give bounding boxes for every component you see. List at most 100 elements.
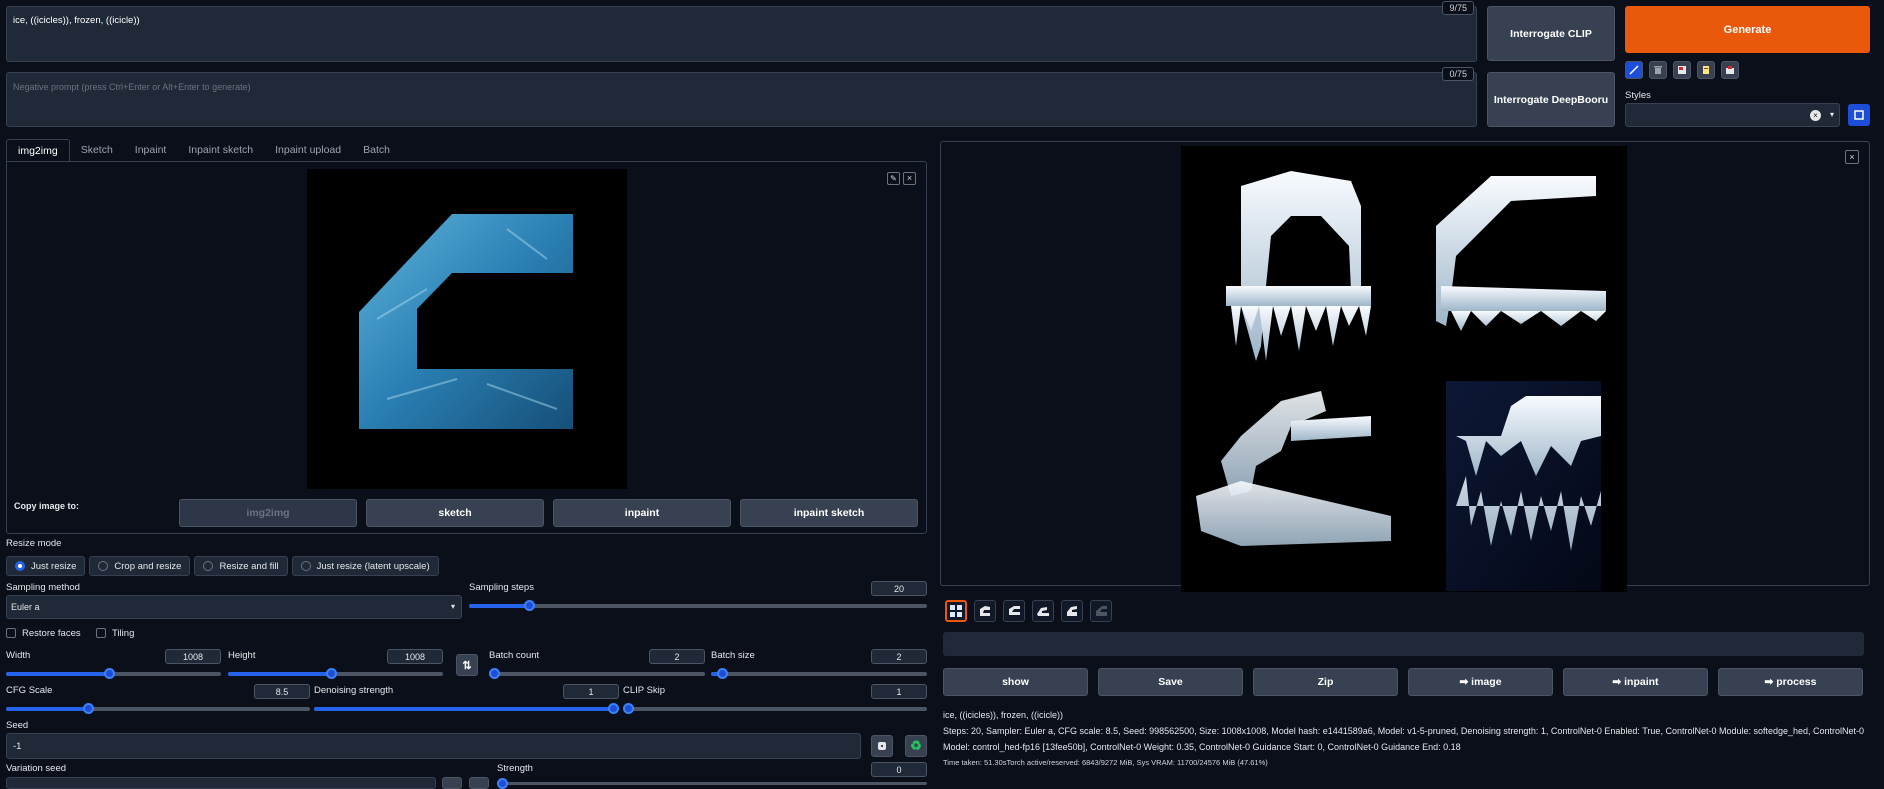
slider-thumb[interactable] bbox=[326, 668, 338, 679]
save-style-icon[interactable] bbox=[1721, 61, 1739, 79]
copy-to-inpaint-button[interactable]: inpaint bbox=[553, 499, 731, 527]
strength-value[interactable]: 0 bbox=[871, 762, 927, 777]
sampling-steps-slider[interactable] bbox=[469, 600, 927, 611]
gallery-thumbnails bbox=[945, 600, 1112, 622]
tab-batch[interactable]: Batch bbox=[352, 139, 401, 161]
sampling-steps-value[interactable]: 20 bbox=[871, 581, 927, 596]
tab-inpaint-upload[interactable]: Inpaint upload bbox=[264, 139, 352, 161]
slider-thumb[interactable] bbox=[83, 703, 95, 714]
slider-fill bbox=[228, 672, 332, 676]
copy-to-img2img-button[interactable]: img2img bbox=[179, 499, 357, 527]
ice-shape-image bbox=[359, 214, 573, 429]
generate-button[interactable]: Generate bbox=[1625, 6, 1870, 53]
thumbnail-5-icon[interactable] bbox=[1090, 600, 1112, 622]
apply-style-icon[interactable] bbox=[1848, 104, 1870, 126]
resize-mode-label: Resize mode bbox=[6, 538, 62, 549]
height-value[interactable]: 1008 bbox=[387, 649, 443, 664]
seed-label: Seed bbox=[6, 720, 29, 731]
tab-inpaint[interactable]: Inpaint bbox=[124, 139, 178, 161]
cfg-scale-value[interactable]: 8.5 bbox=[254, 684, 310, 699]
variation-seed-label: Variation seed bbox=[6, 763, 67, 774]
slider-thumb[interactable] bbox=[104, 668, 116, 679]
zip-button[interactable]: Zip bbox=[1253, 668, 1398, 696]
width-value[interactable]: 1008 bbox=[165, 649, 221, 664]
clip-skip-slider[interactable] bbox=[623, 703, 927, 714]
batch-size-value[interactable]: 2 bbox=[871, 649, 927, 664]
batch-count-value[interactable]: 2 bbox=[649, 649, 705, 664]
trash-icon[interactable] bbox=[1649, 61, 1667, 79]
clip-skip-value[interactable]: 1 bbox=[871, 684, 927, 699]
generation-progress-strip bbox=[943, 632, 1864, 656]
copy-to-inpaint-sketch-button[interactable]: inpaint sketch bbox=[740, 499, 918, 527]
edit-icon[interactable]: ✎ bbox=[887, 172, 900, 185]
interrogate-deepbooru-button[interactable]: Interrogate DeepBooru bbox=[1487, 72, 1615, 127]
send-to-extras-button[interactable]: ➡ process bbox=[1718, 668, 1863, 696]
resize-latent-upscale[interactable]: Just resize (latent upscale) bbox=[291, 556, 439, 576]
negative-token-count: 0/75 bbox=[1442, 67, 1474, 81]
negative-prompt-input[interactable]: Negative prompt (press Ctrl+Enter or Alt… bbox=[6, 67, 1477, 127]
thumbnail-2-icon[interactable] bbox=[1003, 600, 1025, 622]
denoising-strength-value[interactable]: 1 bbox=[563, 684, 619, 699]
seed-value: -1 bbox=[13, 741, 22, 752]
chevron-down-icon: ▾ bbox=[1829, 110, 1834, 119]
cfg-scale-slider[interactable] bbox=[6, 703, 310, 714]
slider-thumb[interactable] bbox=[523, 600, 535, 611]
batch-count-label: Batch count bbox=[489, 650, 540, 661]
variation-dice-icon[interactable] bbox=[442, 777, 462, 789]
output-image-grid[interactable] bbox=[1181, 146, 1627, 592]
variation-recycle-icon[interactable] bbox=[469, 777, 489, 789]
tab-inpaint-sketch[interactable]: Inpaint sketch bbox=[177, 139, 264, 161]
resize-crop-and-resize[interactable]: Crop and resize bbox=[89, 556, 191, 576]
slider-thumb[interactable] bbox=[608, 703, 619, 714]
read-params-icon[interactable] bbox=[1625, 61, 1643, 79]
thumbnail-1-icon[interactable] bbox=[974, 600, 996, 622]
random-seed-dice-icon[interactable] bbox=[871, 735, 893, 757]
styles-label: Styles bbox=[1625, 90, 1651, 101]
send-to-inpaint-button[interactable]: ➡ inpaint bbox=[1563, 668, 1708, 696]
save-button[interactable]: Save bbox=[1098, 668, 1243, 696]
close-icon[interactable]: × bbox=[1845, 150, 1859, 164]
slider-fill bbox=[6, 707, 89, 711]
cfg-scale-label: CFG Scale bbox=[6, 685, 53, 696]
thumbnail-3-icon[interactable] bbox=[1032, 600, 1054, 622]
input-image[interactable] bbox=[307, 169, 627, 489]
clear-icon[interactable]: × bbox=[1810, 110, 1821, 121]
slider-thumb[interactable] bbox=[716, 668, 728, 679]
info-params: Steps: 20, Sampler: Euler a, CFG scale: … bbox=[943, 726, 1865, 752]
send-to-img2img-button[interactable]: ➡ image bbox=[1408, 668, 1553, 696]
resize-mode-radio-group: Just resize Crop and resize Resize and f… bbox=[6, 556, 439, 576]
prompt-token-count: 9/75 bbox=[1442, 1, 1474, 15]
slider-thumb[interactable] bbox=[489, 668, 500, 679]
width-slider[interactable] bbox=[6, 668, 221, 679]
height-slider[interactable] bbox=[228, 668, 443, 679]
seed-input[interactable]: -1 bbox=[6, 733, 861, 759]
show-folder-button[interactable]: show bbox=[943, 668, 1088, 696]
slider-thumb[interactable] bbox=[623, 703, 634, 714]
batch-size-slider[interactable] bbox=[711, 668, 927, 679]
thumbnail-4-icon[interactable] bbox=[1061, 600, 1083, 622]
icicle-grid-image bbox=[1196, 171, 1606, 591]
tab-sketch[interactable]: Sketch bbox=[70, 139, 124, 161]
batch-count-slider[interactable] bbox=[489, 668, 705, 679]
restore-faces-checkbox[interactable]: Restore faces bbox=[6, 628, 81, 639]
close-icon[interactable]: × bbox=[903, 172, 916, 185]
styles-dropdown[interactable]: × ▾ bbox=[1625, 103, 1840, 127]
card-icon[interactable] bbox=[1673, 61, 1691, 79]
tab-img2img[interactable]: img2img bbox=[6, 139, 70, 161]
swap-dimensions-button[interactable]: ⇅ bbox=[456, 654, 478, 676]
denoising-strength-slider[interactable] bbox=[314, 703, 619, 714]
sampling-method-dropdown[interactable]: Euler a ▾ bbox=[6, 595, 462, 619]
copy-to-sketch-button[interactable]: sketch bbox=[366, 499, 544, 527]
prompt-input[interactable]: ice, ((icicles)), frozen, ((icicle)) 9/7… bbox=[6, 1, 1477, 62]
reuse-seed-recycle-icon[interactable]: ♻ bbox=[905, 735, 927, 757]
resize-and-fill[interactable]: Resize and fill bbox=[194, 556, 288, 576]
generation-info: ice, ((icicles)), frozen, ((icicle)) Ste… bbox=[943, 707, 1868, 755]
variation-seed-input[interactable] bbox=[6, 777, 436, 789]
sampling-steps-label: Sampling steps bbox=[469, 582, 534, 593]
resize-just-resize[interactable]: Just resize bbox=[6, 556, 86, 576]
clipboard-icon[interactable] bbox=[1697, 61, 1715, 79]
tiling-checkbox[interactable]: Tiling bbox=[96, 628, 134, 639]
copy-image-label: Copy image to: bbox=[14, 501, 80, 511]
thumbnail-grid-icon[interactable] bbox=[945, 600, 967, 622]
interrogate-clip-button[interactable]: Interrogate CLIP bbox=[1487, 6, 1615, 61]
